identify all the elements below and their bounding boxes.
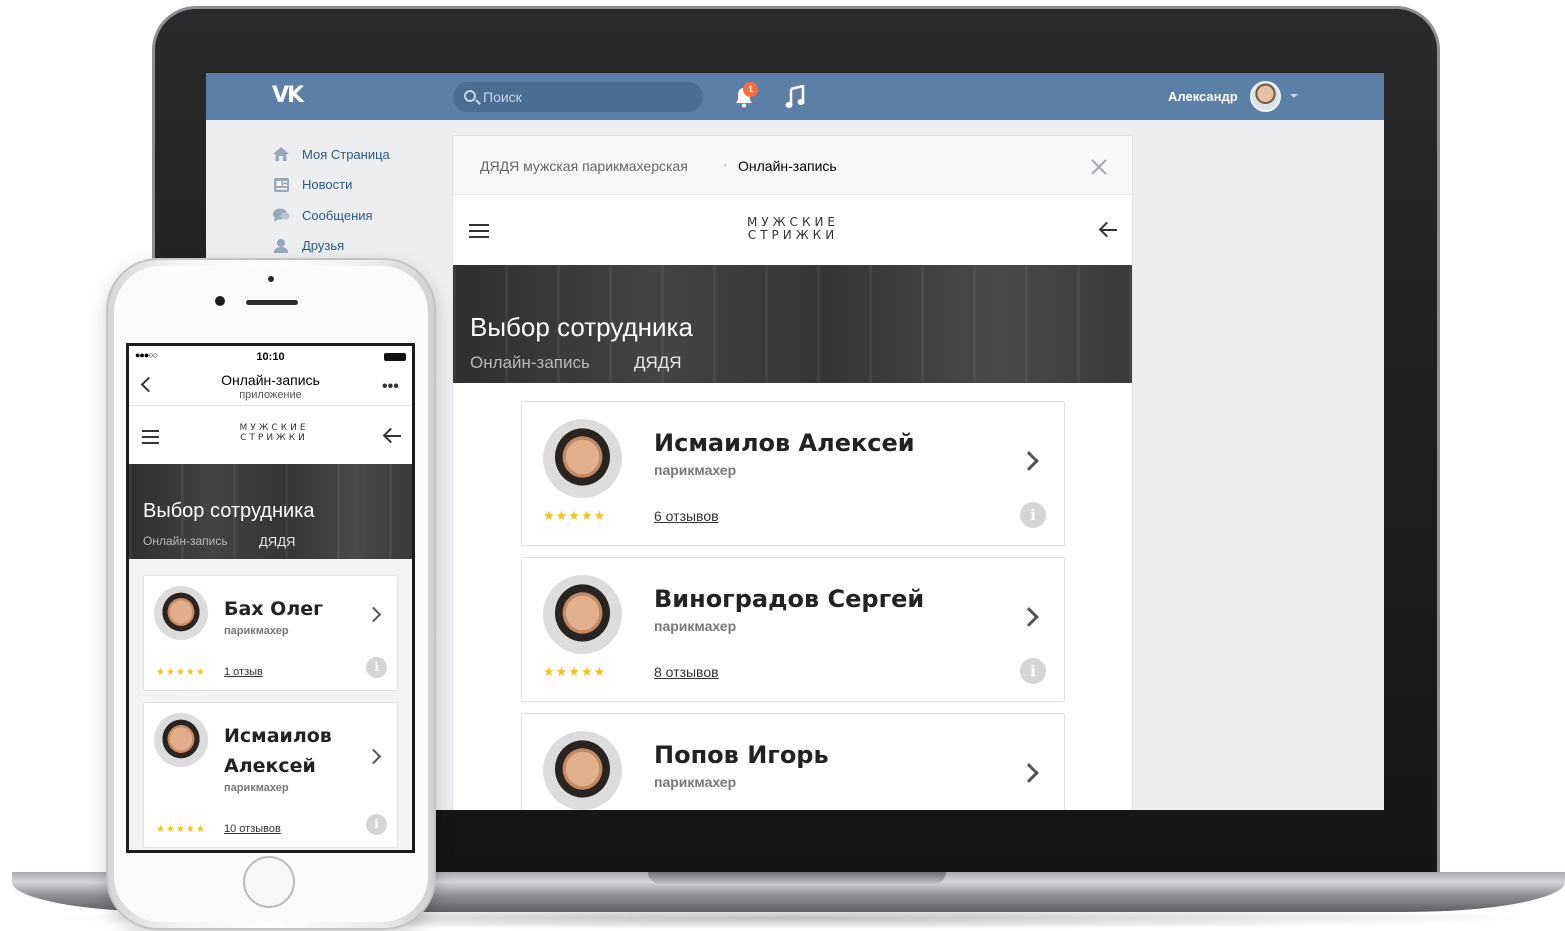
hamburger-menu-icon[interactable] bbox=[142, 430, 159, 444]
staff-name: Бах Олег bbox=[224, 598, 324, 620]
staff-role: парикмахер bbox=[654, 618, 737, 634]
menu-item-label: Новости bbox=[302, 177, 353, 193]
reviews-link[interactable]: 1 отзыв bbox=[224, 666, 263, 678]
brand-logo: МУЖСКИЕ СТРИЖКИ bbox=[199, 423, 349, 444]
hero-subtitle: Онлайн-запись bbox=[143, 534, 228, 548]
menu-item-news[interactable]: Новости bbox=[272, 170, 390, 201]
chevron-right-icon[interactable] bbox=[1019, 607, 1039, 627]
menu-item-friends[interactable]: Друзья bbox=[272, 231, 390, 262]
staff-name: Виноградов Сергей bbox=[654, 585, 925, 613]
booking-panel: ДЯДЯ мужская парикмахерская · Онлайн-зап… bbox=[452, 135, 1133, 810]
ios-status-bar: ●●●○○ 10:10 bbox=[129, 346, 412, 366]
status-time: 10:10 bbox=[256, 351, 285, 363]
battery-icon bbox=[384, 353, 406, 361]
back-arrow-icon[interactable] bbox=[1098, 222, 1118, 238]
info-icon[interactable]: i bbox=[1020, 502, 1046, 528]
music-icon[interactable] bbox=[785, 85, 805, 109]
staff-name: Попов Игорь bbox=[654, 741, 829, 769]
vk-logo[interactable]: VK bbox=[272, 83, 304, 108]
breadcrumb-community[interactable]: ДЯДЯ мужская парикмахерская bbox=[480, 158, 688, 174]
phone-app-toolbar: МУЖСКИЕ СТРИЖКИ bbox=[129, 407, 412, 464]
messages-icon bbox=[273, 208, 290, 223]
page-title: Выбор сотрудника bbox=[470, 312, 693, 342]
back-arrow-icon[interactable] bbox=[382, 428, 402, 444]
staff-card[interactable]: Исмаилов Алексей парикмахер ★★★★★ 10 отз… bbox=[143, 702, 398, 848]
menu-item-label: Друзья bbox=[302, 238, 345, 254]
chevron-down-icon[interactable] bbox=[1290, 94, 1298, 98]
laptop-notch bbox=[648, 872, 946, 884]
rating-stars: ★★★★★ bbox=[543, 664, 607, 679]
news-icon bbox=[274, 177, 289, 192]
phone-sensor bbox=[268, 276, 274, 282]
user-icon bbox=[274, 238, 288, 253]
brand-logo: МУЖСКИЕ СТРИЖКИ bbox=[693, 215, 893, 243]
phone-speaker bbox=[246, 300, 298, 305]
staff-card[interactable]: Исмаилов Алексей парикмахер ★★★★★ 6 отзы… bbox=[521, 401, 1065, 546]
staff-card[interactable]: Бах Олег парикмахер ★★★★★ 1 отзыв i bbox=[143, 575, 398, 691]
user-name[interactable]: Александр bbox=[1168, 89, 1238, 104]
staff-photo bbox=[154, 713, 208, 767]
search-box[interactable] bbox=[453, 82, 703, 112]
menu-item-my-page[interactable]: Моя Страница bbox=[272, 139, 390, 170]
home-button[interactable] bbox=[243, 856, 295, 908]
breadcrumb-separator: · bbox=[723, 156, 728, 172]
app-toolbar: МУЖСКИЕ СТРИЖКИ bbox=[453, 196, 1132, 265]
info-icon[interactable]: i bbox=[1020, 658, 1046, 684]
chevron-right-icon[interactable] bbox=[1019, 451, 1039, 471]
staff-photo bbox=[543, 419, 622, 498]
more-icon[interactable]: ••• bbox=[382, 378, 399, 396]
hamburger-menu-icon[interactable] bbox=[469, 224, 489, 238]
search-icon bbox=[464, 90, 476, 102]
staff-card[interactable]: Виноградов Сергей парикмахер ★★★★★ 8 отз… bbox=[521, 557, 1065, 702]
phone-camera bbox=[215, 296, 225, 306]
nav-subtitle: приложение bbox=[239, 389, 302, 401]
home-icon bbox=[273, 147, 289, 162]
staff-photo bbox=[543, 731, 622, 810]
rating-stars: ★★★★★ bbox=[156, 667, 206, 678]
staff-role: парикмахер bbox=[224, 782, 289, 794]
staff-photo bbox=[543, 575, 622, 654]
info-icon[interactable]: i bbox=[366, 657, 387, 678]
notification-badge: 1 bbox=[743, 82, 758, 97]
chevron-right-icon[interactable] bbox=[365, 748, 382, 765]
menu-item-label: Моя Страница bbox=[302, 146, 390, 162]
hero-subtitle: Онлайн-запись bbox=[470, 353, 590, 372]
vk-left-menu: Моя Страница Новости Сообщения Друзья bbox=[272, 139, 390, 261]
brand-line-2: СТРИЖКИ bbox=[747, 228, 839, 243]
rating-stars: ★★★★★ bbox=[543, 508, 607, 523]
breadcrumb-current: Онлайн-запись bbox=[738, 158, 837, 174]
chevron-right-icon[interactable] bbox=[365, 606, 382, 623]
rating-stars: ★★★★★ bbox=[156, 824, 206, 835]
search-input[interactable] bbox=[483, 87, 683, 107]
avatar[interactable] bbox=[1250, 81, 1281, 112]
staff-role: парикмахер bbox=[224, 625, 289, 637]
promo-stage: VK 1 Александр Моя Страни bbox=[0, 0, 1565, 931]
hero-banner: Выбор сотрудника Онлайн-запись ДЯДЯ bbox=[453, 265, 1132, 383]
info-icon[interactable]: i bbox=[366, 814, 387, 835]
staff-photo bbox=[154, 586, 208, 640]
phone-screen: ●●●○○ 10:10 Онлайн-запись приложение •••… bbox=[126, 343, 415, 853]
staff-card[interactable]: Попов Игорь парикмахер bbox=[521, 713, 1065, 810]
staff-list: Исмаилов Алексей парикмахер ★★★★★ 6 отзы… bbox=[521, 401, 1066, 810]
brand-line-2: СТРИЖКИ bbox=[240, 432, 308, 443]
vk-header: VK 1 Александр bbox=[206, 73, 1384, 120]
chevron-right-icon[interactable] bbox=[1019, 763, 1039, 783]
staff-role: парикмахер bbox=[654, 462, 737, 478]
menu-item-messages[interactable]: Сообщения bbox=[272, 200, 390, 231]
staff-role: парикмахер bbox=[654, 774, 737, 790]
reviews-link[interactable]: 10 отзывов bbox=[224, 823, 281, 835]
nav-title: Онлайн-запись bbox=[221, 372, 320, 388]
breadcrumb: ДЯДЯ мужская парикмахерская · Онлайн-зап… bbox=[453, 136, 1132, 195]
ios-nav-bar: Онлайн-запись приложение ••• bbox=[129, 366, 412, 406]
staff-name: Исмаилов Алексей bbox=[654, 429, 915, 457]
hero-company: ДЯДЯ bbox=[634, 353, 682, 372]
hero-banner: Выбор сотрудника Онлайн-запись ДЯДЯ bbox=[129, 464, 412, 559]
staff-name: Исмаилов Алексей bbox=[224, 725, 332, 777]
reviews-link[interactable]: 8 отзывов bbox=[654, 664, 719, 680]
menu-item-label: Сообщения bbox=[302, 207, 373, 223]
page-title: Выбор сотрудника bbox=[143, 500, 315, 522]
hero-company: ДЯДЯ bbox=[259, 534, 296, 549]
reviews-link[interactable]: 6 отзывов bbox=[654, 508, 719, 524]
close-icon[interactable] bbox=[1091, 159, 1107, 175]
